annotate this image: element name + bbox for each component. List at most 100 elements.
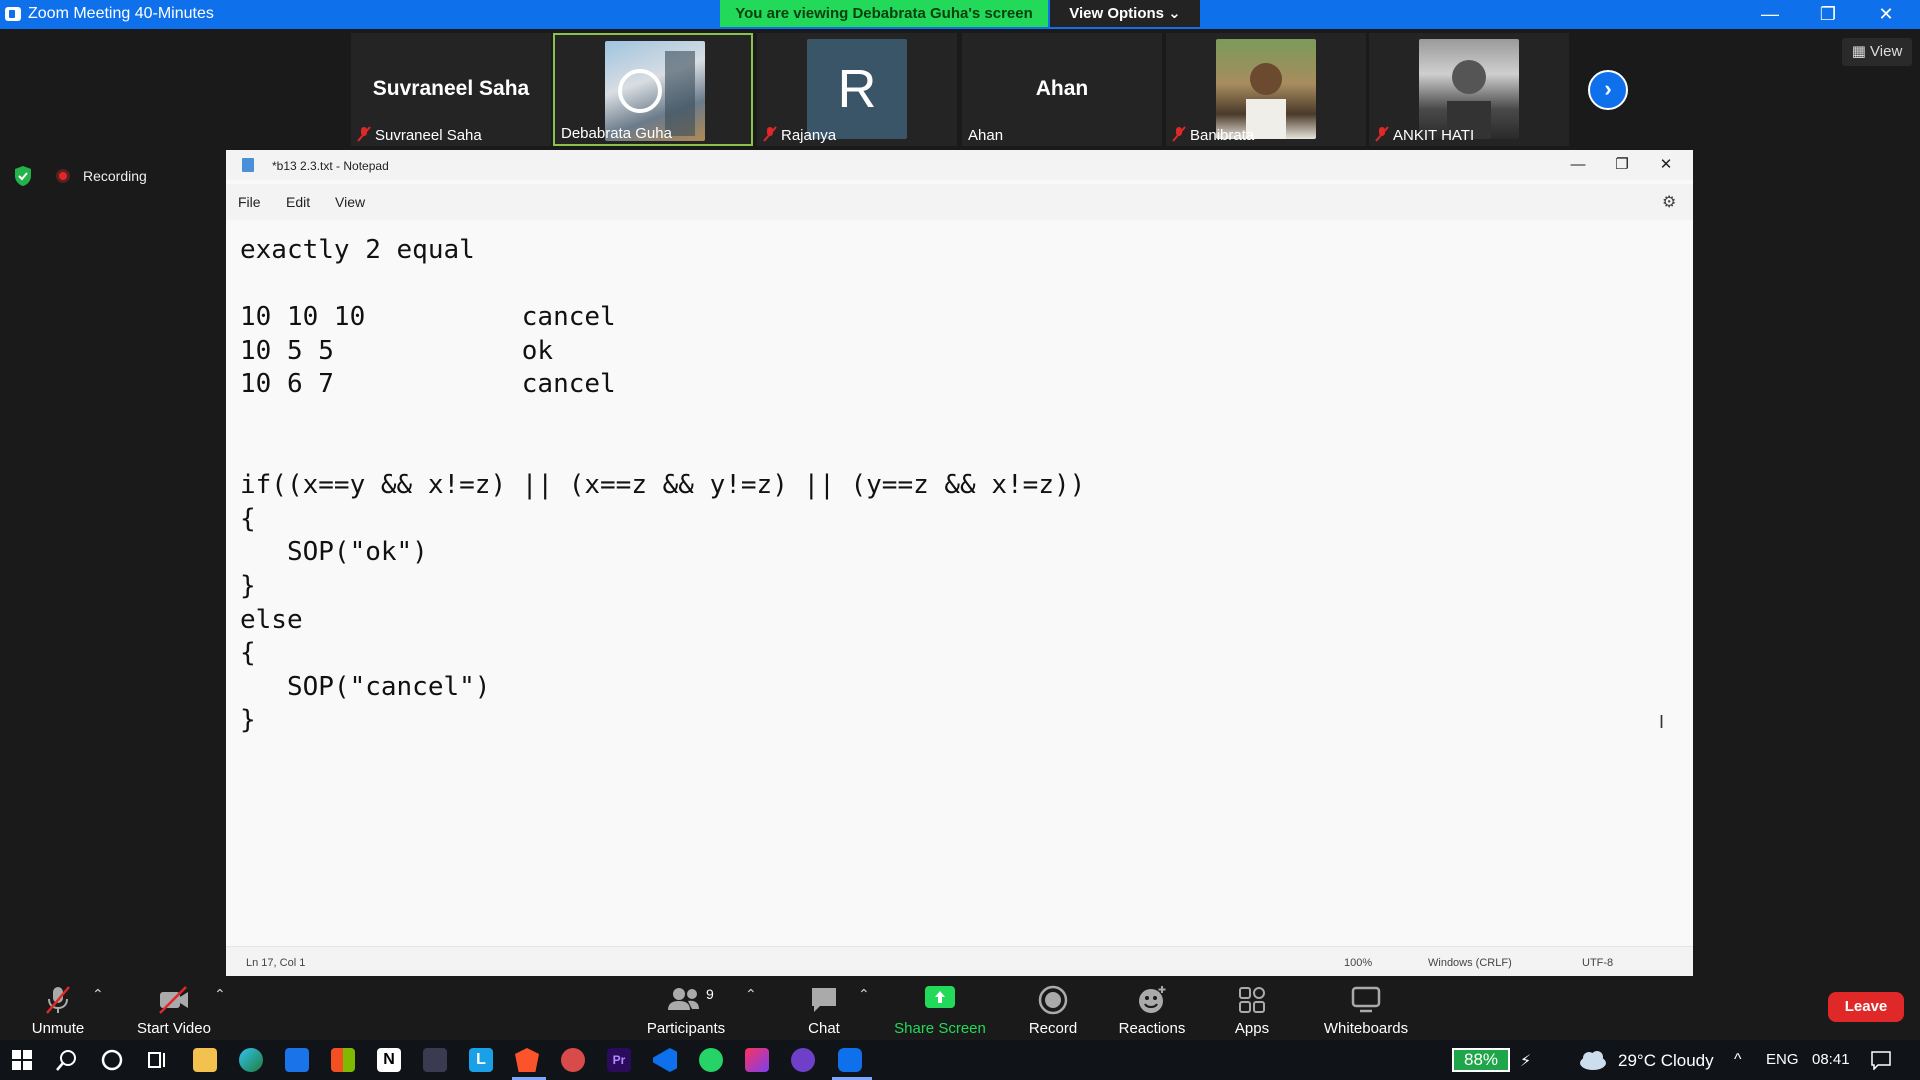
notion-icon[interactable]: N (377, 1048, 401, 1072)
recording-label: Recording (83, 168, 147, 184)
menu-edit[interactable]: Edit (286, 194, 310, 210)
record-button[interactable]: Record (1018, 976, 1088, 1040)
participant-name-large: Suvraneel Saha (372, 77, 530, 100)
windows-taskbar: N L Pr 88% ⚡ 29°C Cloudy ^ ENG 08:41 (0, 1040, 1920, 1080)
notepad-close-button[interactable]: ✕ (1644, 154, 1688, 178)
shield-check-icon (15, 166, 31, 186)
start-video-label: Start Video (137, 1020, 211, 1037)
text-cursor-icon: I (1659, 712, 1665, 732)
store-icon[interactable] (331, 1048, 355, 1072)
share-screen-button[interactable]: Share Screen (890, 976, 990, 1040)
cloud-weather-icon (1580, 1051, 1606, 1070)
zoom-app-icon (5, 7, 21, 21)
minimize-button[interactable]: — (1742, 0, 1798, 29)
participants-options-caret-icon[interactable]: ⌃ (745, 986, 757, 1003)
participants-button[interactable]: 9 Participants (640, 976, 732, 1040)
apps-button[interactable]: Apps (1222, 976, 1282, 1040)
vscode-icon[interactable] (653, 1048, 677, 1072)
muted-mic-icon (1375, 126, 1389, 142)
participant-photo (1216, 39, 1316, 139)
notepad-restore-button[interactable]: ❐ (1600, 154, 1644, 178)
participant-name: Ahan (968, 127, 1004, 144)
record-label: Record (1028, 1020, 1078, 1037)
participant-tile-ahan[interactable]: Ahan Ahan (962, 33, 1162, 146)
apps-grid-icon (1239, 987, 1265, 1013)
language-indicator[interactable]: ENG (1766, 1051, 1799, 1068)
status-zoom: 100% (1344, 957, 1373, 969)
status-position: Ln 17, Col 1 (246, 957, 306, 969)
unmute-button[interactable]: Unmute (22, 976, 94, 1040)
next-page-chevron-icon[interactable]: › (1588, 70, 1628, 110)
participant-name-large: Ahan (1035, 77, 1089, 100)
participant-tile-rajanya[interactable]: R Rajanya (757, 33, 957, 146)
chat-label: Chat (808, 1020, 840, 1037)
brave-browser-icon[interactable] (515, 1048, 539, 1072)
task-view-icon[interactable] (145, 1048, 169, 1072)
cortana-icon[interactable] (100, 1048, 124, 1072)
record-dot-icon (56, 169, 70, 183)
reactions-button[interactable]: Reactions (1112, 976, 1192, 1040)
menu-file[interactable]: File (238, 194, 261, 210)
leave-button[interactable]: Leave (1828, 992, 1904, 1022)
notepad-minimize-button[interactable]: — (1556, 154, 1600, 178)
person-photo-icon (1246, 63, 1286, 139)
notifications-icon[interactable] (1870, 1050, 1892, 1070)
battery-charging-icon: ⚡ (1520, 1053, 1532, 1070)
app-icon-feather[interactable] (423, 1048, 447, 1072)
settings-gear-icon[interactable]: ⚙ (1662, 192, 1676, 212)
chat-bubble-icon (812, 988, 836, 1012)
person-photo-icon (1447, 60, 1491, 139)
notepad-app-icon (242, 158, 254, 172)
restore-button[interactable]: ❐ (1800, 0, 1856, 29)
view-label: View (1870, 43, 1903, 60)
start-video-button[interactable]: Start Video (128, 976, 220, 1040)
meeting-toolbar: Unmute ⌃ Start Video ⌃ 9 Participants ⌃ … (0, 976, 1920, 1040)
chat-options-caret-icon[interactable]: ⌃ (858, 986, 870, 1003)
premiere-pro-icon[interactable]: Pr (607, 1048, 631, 1072)
zoom-title-bar: Zoom Meeting 40-Minutes You are viewing … (0, 0, 1920, 29)
github-desktop-icon[interactable] (791, 1048, 815, 1072)
windows-start-icon[interactable] (10, 1048, 34, 1072)
menu-view[interactable]: View (335, 194, 365, 210)
app-icon-l[interactable]: L (469, 1048, 493, 1072)
share-screen-icon (925, 986, 955, 1008)
notepad-text-area[interactable]: exactly 2 equal 10 10 10 cancel 10 5 5 o… (240, 234, 1670, 874)
status-line-ending: Windows (CRLF) (1428, 957, 1512, 969)
participant-tile-banibrata[interactable]: Banibrata (1166, 33, 1366, 146)
whatsapp-icon[interactable] (699, 1048, 723, 1072)
whiteboards-button[interactable]: Whiteboards (1316, 976, 1416, 1040)
zoom-taskbar-icon[interactable] (838, 1048, 862, 1072)
file-explorer-icon[interactable] (193, 1048, 217, 1072)
video-options-caret-icon[interactable]: ⌃ (214, 986, 226, 1003)
participant-tile-suvraneel[interactable]: Suvraneel Saha Suvraneel Saha (351, 33, 551, 146)
notepad-status-bar: Ln 17, Col 1 100% Windows (CRLF) UTF-8 (226, 946, 1693, 976)
tray-chevron-up-icon[interactable]: ^ (1734, 1051, 1742, 1069)
participant-tile-debabrata[interactable]: Debabrata Guha (553, 33, 753, 146)
participant-name: ANKIT HATI (1393, 127, 1475, 144)
reactions-label: Reactions (1118, 1020, 1186, 1037)
participant-avatar-initial: R (807, 39, 907, 139)
view-layout-button[interactable]: ▦ View (1842, 38, 1912, 66)
weather-text[interactable]: 29°C Cloudy (1618, 1051, 1714, 1071)
mail-icon[interactable] (285, 1048, 309, 1072)
muted-mic-icon (46, 986, 70, 1014)
battery-indicator[interactable]: 88% (1452, 1048, 1510, 1072)
clock-time[interactable]: 08:41 (1812, 1051, 1850, 1068)
participants-count: 9 (706, 986, 714, 1002)
apps-label: Apps (1234, 1020, 1270, 1037)
reactions-emoji-icon (1139, 986, 1166, 1013)
chat-button[interactable]: Chat (794, 976, 854, 1040)
intellij-icon[interactable] (745, 1048, 769, 1072)
view-options-button[interactable]: View Options ⌄ (1050, 0, 1200, 27)
search-icon[interactable] (55, 1048, 79, 1072)
close-button[interactable]: ✕ (1858, 0, 1914, 29)
audio-options-caret-icon[interactable]: ⌃ (92, 986, 104, 1003)
muted-mic-icon (763, 126, 777, 142)
participant-name: Rajanya (781, 127, 837, 144)
participant-tile-ankit[interactable]: ANKIT HATI (1369, 33, 1569, 146)
participants-label: Participants (646, 1020, 726, 1037)
edge-browser-icon[interactable] (239, 1048, 263, 1072)
app-icon-red[interactable] (561, 1048, 585, 1072)
notepad-menu-bar: File Edit View ⚙ (226, 184, 1693, 220)
status-encoding: UTF-8 (1582, 957, 1614, 969)
